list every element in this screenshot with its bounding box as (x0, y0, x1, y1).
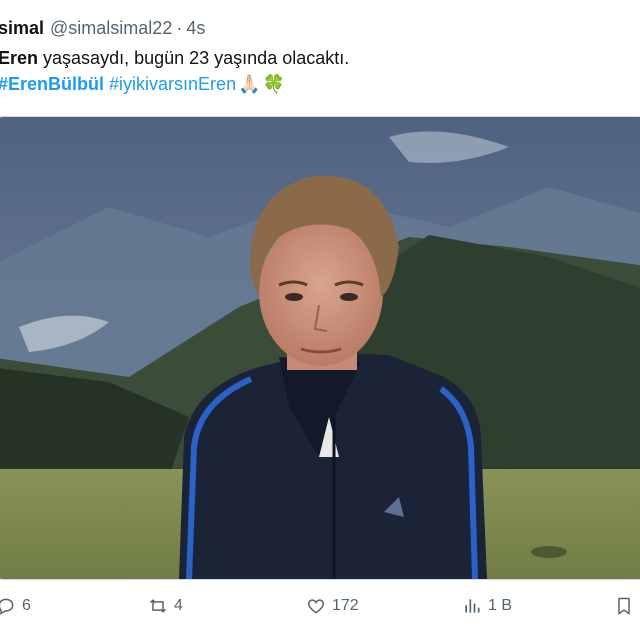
repost-count: 4 (174, 597, 183, 614)
photo-illustration (0, 117, 640, 579)
tweet-text: Eren yaşasaydı, bugün 23 yaşında olacakt… (0, 48, 349, 69)
tweet-photo[interactable] (0, 116, 640, 580)
timestamp[interactable]: 4s (186, 18, 205, 38)
views-count: 1 B (488, 597, 513, 614)
analytics-icon (465, 599, 480, 613)
tweet-header: simal @simalsimal22 · 4s (0, 18, 205, 39)
bookmark-icon (618, 597, 630, 615)
hashtag-erenbulbul[interactable]: #ErenBülbül (0, 74, 104, 94)
four-leaf-clover-emoji: 🍀 (262, 74, 285, 94)
heart-icon (307, 599, 325, 614)
repost-button[interactable]: 4 (148, 596, 183, 616)
bookmark-button[interactable] (614, 596, 634, 616)
tweet-text-body: yaşasaydı, bugün 23 yaşında olacaktı. (38, 48, 350, 68)
repost-icon (149, 599, 167, 613)
display-name[interactable]: simal (0, 18, 44, 38)
user-handle[interactable]: @simalsimal22 (50, 18, 172, 38)
hashtag-iyikivarsineren[interactable]: #iyikivarsınEren (109, 74, 236, 94)
separator-dot: · (176, 18, 183, 38)
reply-button[interactable]: 6 (0, 596, 31, 616)
tweet-actions: 6 4 172 1 B (0, 596, 640, 624)
like-button[interactable]: 172 (306, 596, 359, 616)
tweet-hashtags: #ErenBülbül #iyikivarsınEren 🙏🏻 🍀 (0, 74, 285, 95)
reply-count: 6 (22, 597, 31, 614)
reply-icon (0, 598, 14, 615)
praying-hands-emoji: 🙏🏻 (238, 74, 261, 94)
views-button[interactable]: 1 B (462, 596, 512, 616)
tweet-text-name: Eren (0, 48, 39, 68)
like-count: 172 (332, 597, 359, 614)
